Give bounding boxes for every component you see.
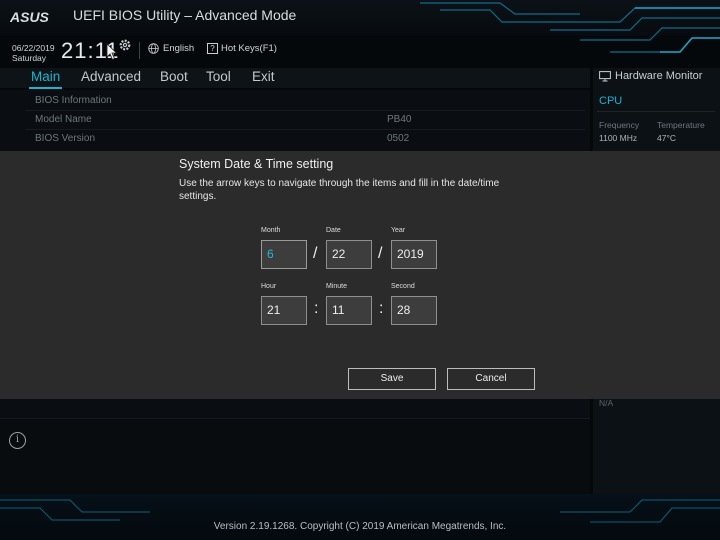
- hardware-monitor-label: Hardware Monitor: [615, 70, 703, 82]
- asus-logo-text: ASUS: [10, 10, 50, 24]
- frequency-value: 1100 MHz: [599, 133, 638, 143]
- hardware-monitor-title: Hardware Monitor: [599, 70, 702, 82]
- hour-field[interactable]: 21: [261, 296, 307, 325]
- tab-advanced[interactable]: Advanced: [81, 69, 141, 84]
- cpu-heading: CPU: [599, 95, 623, 107]
- circuit-decoration: [420, 2, 720, 53]
- frequency-label: Frequency: [599, 120, 640, 130]
- language-selector[interactable]: English: [148, 43, 194, 54]
- help-bar: [0, 398, 590, 418]
- hotkeys-button[interactable]: ? Hot Keys(F1): [207, 43, 277, 54]
- model-name-label: Model Name: [35, 114, 92, 125]
- date-value: 06/22/2019: [12, 43, 55, 53]
- row-divider: [25, 129, 585, 130]
- bios-version-value: 0502: [387, 133, 410, 144]
- dialog-description: Use the arrow keys to navigate through t…: [179, 178, 500, 202]
- copyright-text: Version 2.19.1268. Copyright (C) 2019 Am…: [213, 521, 507, 532]
- active-tab-indicator: [29, 87, 62, 89]
- minute-label: Minute: [326, 283, 348, 290]
- help-area: [0, 418, 590, 494]
- help-icon: ?: [207, 43, 218, 54]
- section-header: BIOS Information: [35, 95, 112, 106]
- tab-boot[interactable]: Boot: [160, 69, 188, 84]
- row-divider: [25, 110, 585, 111]
- tab-exit[interactable]: Exit: [252, 69, 275, 84]
- temperature-value: 47°C: [657, 133, 676, 143]
- language-label: English: [163, 43, 195, 54]
- na-value: N/A: [599, 398, 614, 408]
- bios-version-label: BIOS Version: [35, 133, 96, 144]
- app-title: UEFI BIOS Utility – Advanced Mode: [73, 7, 297, 23]
- second-field[interactable]: 28: [391, 296, 437, 325]
- tab-tool[interactable]: Tool: [206, 69, 231, 84]
- footer-bar: [0, 494, 720, 540]
- year-label: Year: [391, 227, 406, 234]
- time-separator: :: [379, 300, 384, 317]
- temperature-label: Temperature: [657, 120, 705, 130]
- save-button[interactable]: Save: [348, 368, 436, 390]
- divider: [139, 42, 140, 59]
- date-separator: /: [378, 245, 383, 262]
- time-separator: :: [314, 300, 319, 317]
- day-value: Saturday: [12, 53, 47, 63]
- asus-logo: ASUS: [10, 6, 66, 28]
- mouse-cursor-icon: [106, 43, 118, 61]
- minute-field[interactable]: 11: [326, 296, 372, 325]
- month-field[interactable]: 6: [261, 240, 307, 269]
- second-label: Second: [391, 283, 415, 290]
- cpu-divider: [597, 111, 715, 112]
- month-label: Month: [261, 227, 281, 234]
- gear-icon[interactable]: [118, 38, 132, 52]
- dialog-title: System Date & Time setting: [179, 157, 334, 171]
- tab-main[interactable]: Main: [31, 69, 60, 84]
- hour-label: Hour: [261, 283, 277, 290]
- date-separator: /: [313, 245, 318, 262]
- footer-circuit-decoration: [0, 499, 720, 523]
- info-icon: i: [9, 432, 26, 449]
- date-label: Date: [326, 227, 341, 234]
- date-field[interactable]: 22: [326, 240, 372, 269]
- date-display: 06/22/2019 Saturday: [12, 43, 55, 63]
- globe-icon: [148, 43, 159, 54]
- monitor-icon: [599, 70, 611, 81]
- hotkeys-label: Hot Keys(F1): [221, 43, 277, 54]
- cancel-button[interactable]: Cancel: [447, 368, 535, 390]
- year-field[interactable]: 2019: [391, 240, 437, 269]
- model-name-value: PB40: [387, 114, 412, 125]
